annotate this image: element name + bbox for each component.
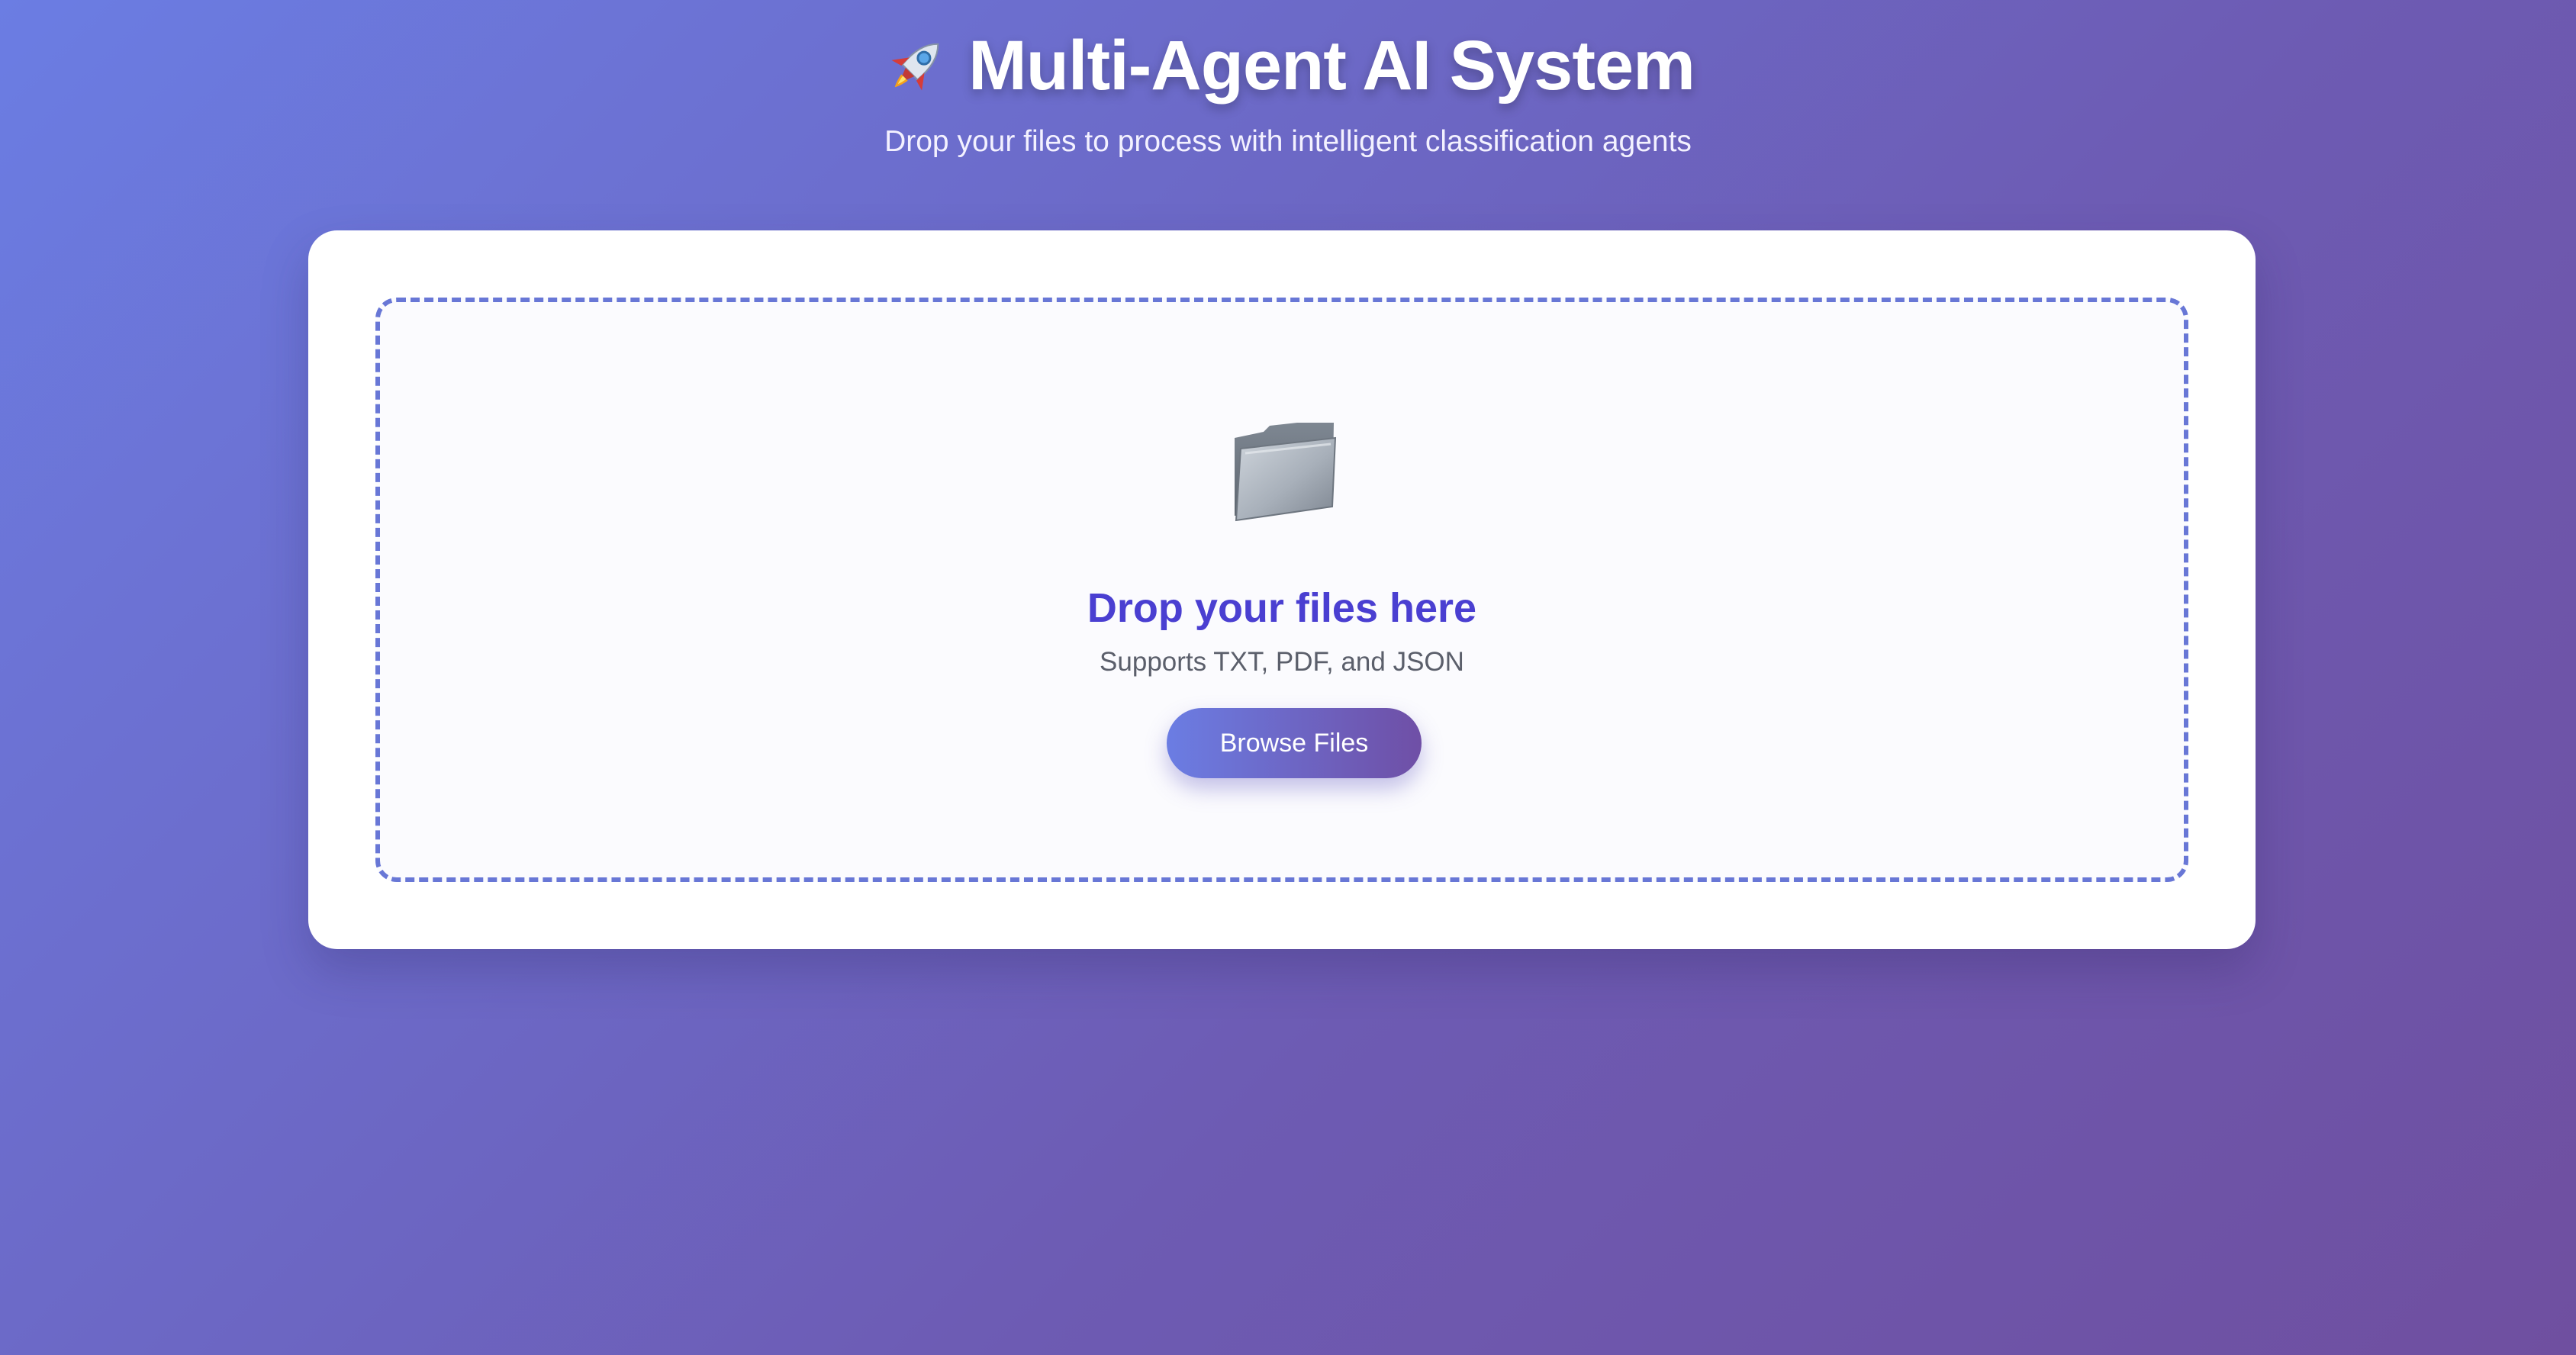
rocket-icon (881, 31, 952, 101)
drop-zone-title: Drop your files here (1087, 585, 1477, 631)
page-title: Multi-Agent AI System (0, 20, 2576, 111)
supported-formats-text: Supports TXT, PDF, and JSON (1100, 647, 1464, 677)
file-drop-zone[interactable]: Drop your files here Supports TXT, PDF, … (375, 298, 2188, 882)
folder-icon (1227, 417, 1341, 525)
upload-card: Drop your files here Supports TXT, PDF, … (308, 230, 2256, 949)
page-subtitle: Drop your files to process with intellig… (884, 125, 1692, 158)
browse-files-button[interactable]: Browse Files (1167, 708, 1422, 778)
page-title-text: Multi-Agent AI System (968, 26, 1695, 105)
